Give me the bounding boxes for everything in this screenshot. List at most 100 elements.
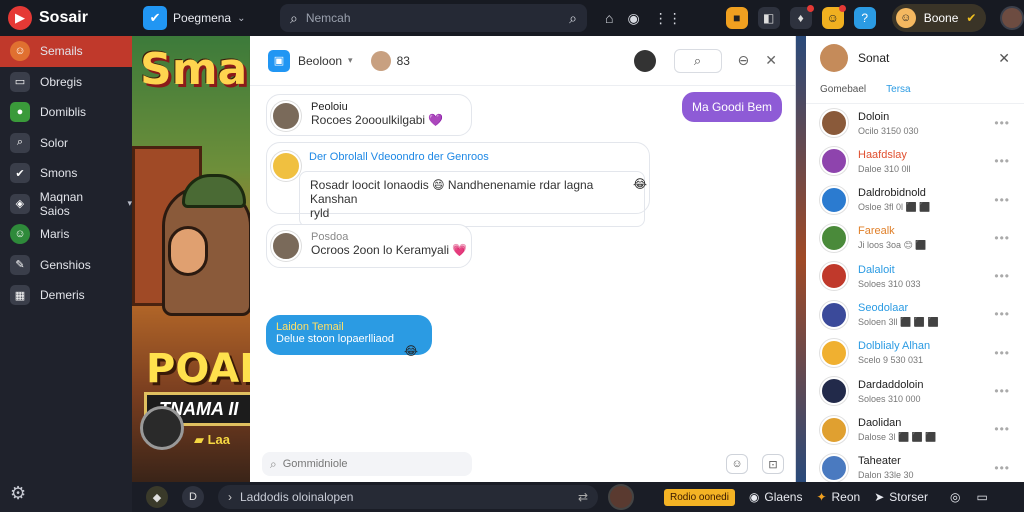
contact-item[interactable]: Daolidan Dalose 3l ⬛ ⬛ ⬛ ••• [806,410,1024,448]
sidebar-item-obregis[interactable]: ▭ Obregis [0,67,132,98]
contact-avatar [820,109,848,138]
status-icon[interactable]: D [182,486,204,508]
gift-icon[interactable]: ■ [725,7,748,29]
play-icon: ▶ [8,6,32,30]
contact-item[interactable]: Dalaloit Soloes 310 033 ••• [806,257,1024,295]
participant-count: 83 [396,53,410,68]
sidebar: ☺ Semails ▭ Obregis ● Domiblis ⌕ Solor ✔… [0,36,132,512]
more-icon[interactable]: ••• [994,116,1010,130]
more-icon[interactable]: ••• [994,154,1010,168]
sidebar-item-maris[interactable]: ☺ Maris [0,219,132,250]
more-icon[interactable]: ••• [994,346,1010,360]
bottom-chat-input[interactable] [240,490,570,504]
account-avatar: ☺ [895,8,916,28]
contact-status: Soloen 3ll ⬛ ⬛ ⬛ [858,316,939,327]
contact-item[interactable]: Dolblialy Alhan Scelo 9 530 031 ••• [806,334,1024,372]
chevron-down-icon[interactable]: ▾ [348,55,353,66]
app-logo[interactable]: ▶ Sosair [0,6,129,30]
chat-search-button[interactable]: ⌕ [673,48,722,73]
pencil-icon: ✎ [10,254,30,275]
more-icon[interactable]: ••• [994,231,1010,245]
emoji-picker-icon[interactable]: ☺ [726,454,748,474]
activity-icon[interactable]: ◉ [627,10,639,27]
profile-avatar[interactable] [1000,6,1024,30]
lock-icon[interactable]: ◆ [146,486,168,508]
contact-avatar [820,453,848,482]
search-submit-icon[interactable]: ⌕ [569,10,577,27]
sidebar-item-domiblis[interactable]: ● Domiblis [0,97,132,128]
contact-item[interactable]: Seodolaar Soloen 3ll ⬛ ⬛ ⬛ ••• [806,295,1024,333]
message-square-icon[interactable]: ▭ [976,490,987,504]
contact-name: Farealk [858,225,895,238]
reaction-emoji[interactable]: 😂 [633,177,647,191]
sidebar-item-solor[interactable]: ⌕ Solor [0,128,132,159]
tab-gomebael[interactable]: Gomebael [820,80,866,103]
close-icon[interactable]: ✕ [765,52,777,69]
more-icon[interactable]: ••• [994,193,1010,207]
globe-icon: ◉ [748,490,760,504]
chevron-down-icon: ⌄ [237,12,246,24]
emoji-icon[interactable]: ☺ [821,5,846,29]
sidebar-item-demeris[interactable]: ▦ Demeris [0,280,132,311]
chat-title[interactable]: Beoloon [298,54,342,68]
message-sender: Posdoa [311,231,349,243]
reaction-emoji[interactable]: 😂 [404,344,418,358]
more-icon[interactable]: ••• [994,269,1010,283]
search-icon: ⌕ [290,9,298,26]
contact-status: Soloes 310 000 [858,393,921,404]
minimize-icon[interactable]: ⊖ [738,52,750,69]
attach-icon[interactable]: ⊡ [762,454,784,474]
share-icon[interactable]: ⇄ [578,490,588,504]
more-icon[interactable]: ••• [994,384,1010,398]
contact-status: Dalon 33le 30 [858,470,914,481]
sidebar-item-label: Maris [40,227,70,242]
contact-status: Ocilo 3150 030 [858,125,919,136]
more-icon[interactable]: ••• [994,307,1010,321]
sidebar-item-semails[interactable]: ☺ Semails [0,36,132,67]
search-input[interactable] [305,11,562,25]
sidebar-item-smons[interactable]: ✔ Smons [0,158,132,189]
bell-icon[interactable]: ♦ [789,5,814,29]
contacts-header: Sonat ✕ [806,36,1024,80]
art-coin-button[interactable] [140,406,184,450]
grid-icon[interactable]: ⋮⋮ [654,10,682,27]
compose-field[interactable]: ⌕ [262,452,472,476]
art-title: Smal [140,44,250,95]
contact-name: Dardaddoloin [858,378,924,391]
contact-item[interactable]: Farealk Ji loos 3oa 😊 ⬛ ••• [806,219,1024,257]
message-sender: Der Obrolall Vdeoondro der Genroos [309,151,489,163]
account-chip[interactable]: ☺ Boone ✔ [891,4,987,32]
more-icon[interactable]: ••• [994,461,1010,475]
group-picture[interactable] [633,49,656,72]
app-switcher[interactable]: ✔ Poegmena ⌄ [143,6,268,30]
storser-link[interactable]: ➤ Storser [874,490,928,504]
contact-item[interactable]: Dardaddoloin Soloes 310 000 ••• [806,372,1024,410]
search-bar[interactable]: ⌕ ⌕ [280,4,588,32]
share-alt-icon[interactable]: ◎ [950,490,960,504]
bottom-chat-field[interactable]: › ⇄ [218,485,598,509]
contact-item[interactable]: Doloin Ocilo 3150 030 ••• [806,104,1024,142]
contact-status: Daloe 310 0ll [858,163,911,174]
gear-icon[interactable]: ⚙ [10,483,26,504]
bottom-avatar[interactable] [608,484,634,510]
sidebar-item-genshios[interactable]: ✎ Genshios [0,250,132,281]
glaens-link[interactable]: ◉ Glaens [749,490,803,504]
chat-icon[interactable]: ◧ [757,7,780,29]
bottom-bar: ◆ D › ⇄ Rodio oonedi ◉Glaens ✦Reon ➤Stor… [132,482,1024,512]
compose-input[interactable] [282,458,453,470]
contact-item[interactable]: Daldrobidnold Osloe 3fl 0l ⬛ ⬛ ••• [806,181,1024,219]
sidebar-item-maqnan-saios[interactable]: ◈ Maqnan Saios ▾ [0,189,132,220]
sidebar-item-label: Smons [40,166,78,181]
help-icon[interactable]: ? [853,7,876,29]
tab-tersa[interactable]: Tersa [886,80,910,103]
close-icon[interactable]: ✕ [998,50,1010,67]
reon-link[interactable]: ✦ Reon [816,490,860,504]
check-icon: ✔ [10,163,30,184]
inbox-icon: ▭ [10,71,30,92]
more-icon[interactable]: ••• [994,422,1010,436]
app-name: Sosair [39,9,88,26]
contact-avatar [820,224,848,253]
contact-item[interactable]: Haafdslay Daloe 310 0ll ••• [806,142,1024,180]
status-badge[interactable]: Rodio oonedi [664,488,735,506]
notification-icon[interactable]: ⌂ [605,10,613,27]
